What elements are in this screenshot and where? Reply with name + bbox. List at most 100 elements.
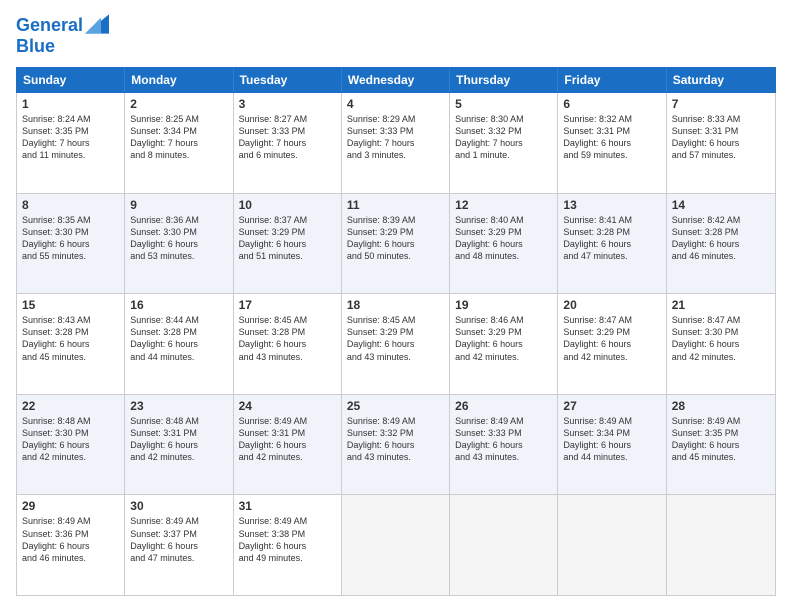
day-number: 1 [22, 97, 119, 111]
logo-icon [85, 14, 109, 34]
day-number: 14 [672, 198, 770, 212]
cal-cell-30: 30 Sunrise: 8:49 AMSunset: 3:37 PMDayligh… [125, 495, 233, 595]
cal-cell-4: 4Sunrise: 8:29 AMSunset: 3:33 PMDaylight… [342, 93, 450, 193]
cal-cell-20: 20Sunrise: 8:47 AMSunset: 3:29 PMDayligh… [558, 294, 666, 394]
day-info: Sunrise: 8:33 AMSunset: 3:31 PMDaylight:… [672, 113, 770, 162]
day-number: 19 [455, 298, 552, 312]
day-number: 18 [347, 298, 444, 312]
day-info: Sunrise: 8:30 AMSunset: 3:32 PMDaylight:… [455, 113, 552, 162]
page: General Blue SundayMondayTuesdayWednesda… [0, 0, 792, 612]
cal-cell-2: 2 Sunrise: 8:25 AMSunset: 3:34 PMDaylight… [125, 93, 233, 193]
day-number: 15 [22, 298, 119, 312]
day-info: Sunrise: 8:39 AMSunset: 3:29 PMDaylight:… [347, 214, 444, 263]
cal-cell-17: 17Sunrise: 8:45 AMSunset: 3:28 PMDayligh… [234, 294, 342, 394]
header-day-friday: Friday [558, 68, 666, 92]
cal-cell-3: 3 Sunrise: 8:27 AMSunset: 3:33 PMDaylight… [234, 93, 342, 193]
header: General Blue [16, 16, 776, 57]
header-day-tuesday: Tuesday [234, 68, 342, 92]
cal-cell-1: 1 Sunrise: 8:24 AMSunset: 3:35 PMDaylight… [17, 93, 125, 193]
day-number: 6 [563, 97, 660, 111]
day-number: 28 [672, 399, 770, 413]
day-info: Sunrise: 8:32 AMSunset: 3:31 PMDaylight:… [563, 113, 660, 162]
cal-cell-18: 18 Sunrise: 8:45 AMSunset: 3:29 PMDayligh… [342, 294, 450, 394]
day-info: Sunrise: 8:40 AMSunset: 3:29 PMDaylight:… [455, 214, 552, 263]
day-number: 27 [563, 399, 660, 413]
day-info: Sunrise: 8:35 AMSunset: 3:30 PMDaylight:… [22, 214, 119, 263]
day-info: Sunrise: 8:49 AMSunset: 3:35 PMDaylight:… [672, 415, 770, 464]
day-info: Sunrise: 8:42 AMSunset: 3:28 PMDaylight:… [672, 214, 770, 263]
cal-cell-12: 12Sunrise: 8:40 AMSunset: 3:29 PMDayligh… [450, 194, 558, 294]
day-info: Sunrise: 8:49 AMSunset: 3:36 PMDaylight:… [22, 515, 119, 564]
day-info: Sunrise: 8:44 AMSunset: 3:28 PMDaylight:… [130, 314, 227, 363]
cal-cell-5: 5 Sunrise: 8:30 AMSunset: 3:32 PMDaylight… [450, 93, 558, 193]
header-day-thursday: Thursday [450, 68, 558, 92]
day-number: 21 [672, 298, 770, 312]
day-number: 22 [22, 399, 119, 413]
day-info: Sunrise: 8:49 AMSunset: 3:38 PMDaylight:… [239, 515, 336, 564]
day-number: 30 [130, 499, 227, 513]
cal-cell-empty [342, 495, 450, 595]
day-info: Sunrise: 8:48 AMSunset: 3:30 PMDaylight:… [22, 415, 119, 464]
header-day-sunday: Sunday [17, 68, 125, 92]
day-number: 2 [130, 97, 227, 111]
cal-cell-6: 6 Sunrise: 8:32 AMSunset: 3:31 PMDaylight… [558, 93, 666, 193]
cal-cell-14: 14 Sunrise: 8:42 AMSunset: 3:28 PMDayligh… [667, 194, 775, 294]
calendar-row-3: 15Sunrise: 8:43 AMSunset: 3:28 PMDayligh… [17, 294, 775, 395]
cal-cell-31: 31Sunrise: 8:49 AMSunset: 3:38 PMDayligh… [234, 495, 342, 595]
cal-cell-26: 26 Sunrise: 8:49 AMSunset: 3:33 PMDayligh… [450, 395, 558, 495]
day-info: Sunrise: 8:47 AMSunset: 3:29 PMDaylight:… [563, 314, 660, 363]
logo-general: General [16, 15, 83, 35]
cal-cell-27: 27 Sunrise: 8:49 AMSunset: 3:34 PMDayligh… [558, 395, 666, 495]
day-number: 11 [347, 198, 444, 212]
day-info: Sunrise: 8:24 AMSunset: 3:35 PMDaylight:… [22, 113, 119, 162]
day-info: Sunrise: 8:49 AMSunset: 3:34 PMDaylight:… [563, 415, 660, 464]
calendar-row-4: 22 Sunrise: 8:48 AMSunset: 3:30 PMDayligh… [17, 395, 775, 496]
header-day-saturday: Saturday [667, 68, 775, 92]
day-info: Sunrise: 8:47 AMSunset: 3:30 PMDaylight:… [672, 314, 770, 363]
day-number: 7 [672, 97, 770, 111]
day-info: Sunrise: 8:49 AMSunset: 3:31 PMDaylight:… [239, 415, 336, 464]
cal-cell-19: 19 Sunrise: 8:46 AMSunset: 3:29 PMDayligh… [450, 294, 558, 394]
day-number: 25 [347, 399, 444, 413]
day-number: 10 [239, 198, 336, 212]
header-day-wednesday: Wednesday [342, 68, 450, 92]
cal-cell-empty [450, 495, 558, 595]
day-info: Sunrise: 8:49 AMSunset: 3:33 PMDaylight:… [455, 415, 552, 464]
logo: General Blue [16, 16, 109, 57]
day-info: Sunrise: 8:25 AMSunset: 3:34 PMDaylight:… [130, 113, 227, 162]
cal-cell-29: 29 Sunrise: 8:49 AMSunset: 3:36 PMDayligh… [17, 495, 125, 595]
calendar: SundayMondayTuesdayWednesdayThursdayFrid… [16, 67, 776, 596]
calendar-row-1: 1 Sunrise: 8:24 AMSunset: 3:35 PMDaylight… [17, 93, 775, 194]
calendar-row-5: 29 Sunrise: 8:49 AMSunset: 3:36 PMDayligh… [17, 495, 775, 595]
day-number: 3 [239, 97, 336, 111]
day-number: 5 [455, 97, 552, 111]
day-info: Sunrise: 8:27 AMSunset: 3:33 PMDaylight:… [239, 113, 336, 162]
logo-text: General [16, 16, 83, 36]
day-number: 16 [130, 298, 227, 312]
day-info: Sunrise: 8:36 AMSunset: 3:30 PMDaylight:… [130, 214, 227, 263]
day-info: Sunrise: 8:45 AMSunset: 3:29 PMDaylight:… [347, 314, 444, 363]
calendar-row-2: 8 Sunrise: 8:35 AMSunset: 3:30 PMDaylight… [17, 194, 775, 295]
day-number: 29 [22, 499, 119, 513]
cal-cell-7: 7 Sunrise: 8:33 AMSunset: 3:31 PMDaylight… [667, 93, 775, 193]
cal-cell-21: 21 Sunrise: 8:47 AMSunset: 3:30 PMDayligh… [667, 294, 775, 394]
day-info: Sunrise: 8:46 AMSunset: 3:29 PMDaylight:… [455, 314, 552, 363]
cal-cell-22: 22 Sunrise: 8:48 AMSunset: 3:30 PMDayligh… [17, 395, 125, 495]
day-number: 23 [130, 399, 227, 413]
cal-cell-28: 28 Sunrise: 8:49 AMSunset: 3:35 PMDayligh… [667, 395, 775, 495]
day-number: 13 [563, 198, 660, 212]
cal-cell-16: 16 Sunrise: 8:44 AMSunset: 3:28 PMDayligh… [125, 294, 233, 394]
cal-cell-empty [558, 495, 666, 595]
cal-cell-23: 23 Sunrise: 8:48 AMSunset: 3:31 PMDayligh… [125, 395, 233, 495]
cal-cell-8: 8 Sunrise: 8:35 AMSunset: 3:30 PMDaylight… [17, 194, 125, 294]
day-info: Sunrise: 8:49 AMSunset: 3:32 PMDaylight:… [347, 415, 444, 464]
day-number: 17 [239, 298, 336, 312]
cal-cell-15: 15Sunrise: 8:43 AMSunset: 3:28 PMDayligh… [17, 294, 125, 394]
day-number: 24 [239, 399, 336, 413]
day-number: 4 [347, 97, 444, 111]
day-info: Sunrise: 8:48 AMSunset: 3:31 PMDaylight:… [130, 415, 227, 464]
day-number: 26 [455, 399, 552, 413]
header-day-monday: Monday [125, 68, 233, 92]
day-info: Sunrise: 8:49 AMSunset: 3:37 PMDaylight:… [130, 515, 227, 564]
day-number: 8 [22, 198, 119, 212]
